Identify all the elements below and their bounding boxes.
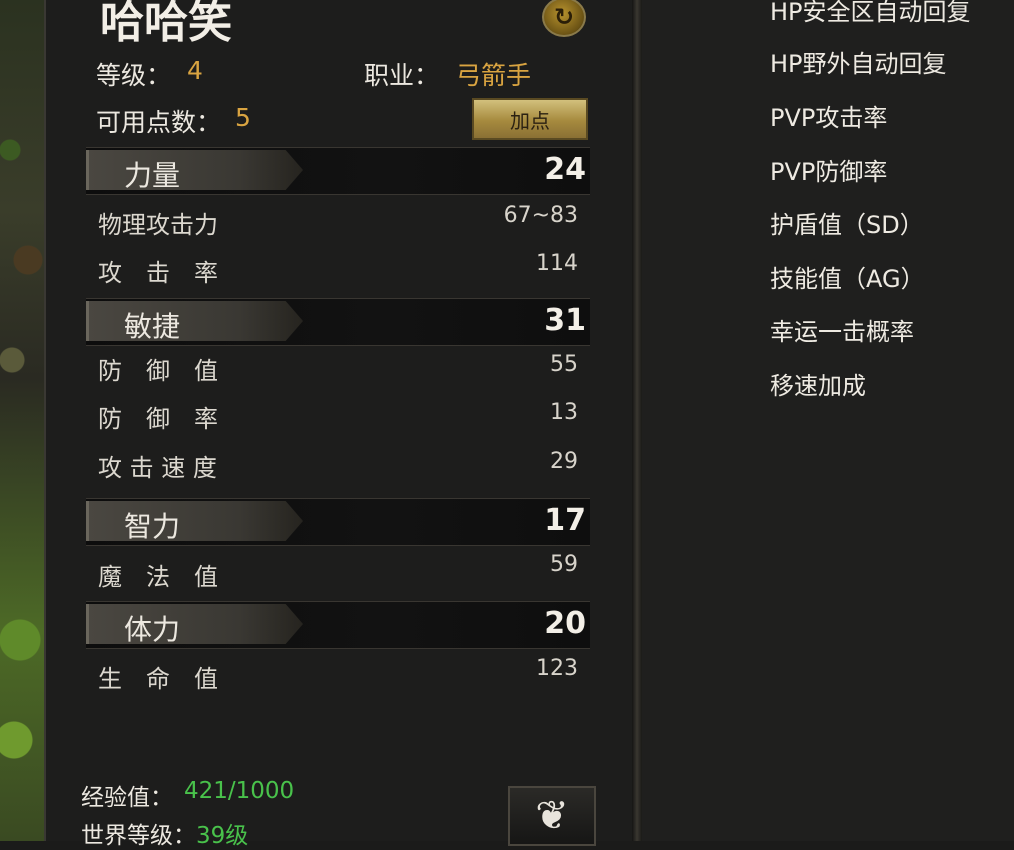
attribute-bar-vitality: 体力 20: [86, 601, 590, 649]
stat-label: 防 御 值: [98, 357, 218, 385]
gourd-icon[interactable]: ❦: [508, 786, 596, 846]
attribute-name: 力量: [124, 159, 181, 192]
detail-stat-label: PVP攻击率: [770, 104, 888, 132]
stat-value: 55: [550, 352, 578, 377]
detail-stat-label: 护盾值（SD）: [770, 211, 924, 239]
detail-stat-label: PVP防御率: [770, 158, 888, 186]
points-label: 可用点数：: [96, 108, 222, 137]
detail-stat-label: HP野外自动回复: [770, 50, 947, 78]
stat-label: 生 命 值: [98, 665, 218, 693]
stat-value: 29: [550, 449, 578, 474]
attribute-tab: [86, 301, 303, 341]
world-level-label: 世界等级：: [81, 823, 196, 849]
attribute-name: 智力: [124, 510, 181, 543]
attribute-tab: [86, 150, 303, 190]
character-name: 哈哈笑: [100, 0, 232, 48]
exp-value: 421/1000: [184, 778, 295, 804]
game-world-background: [0, 0, 44, 841]
attribute-tab: [86, 604, 303, 644]
stat-label: 攻 击 率: [98, 259, 218, 287]
add-points-button[interactable]: 加点: [472, 98, 588, 140]
stat-value: 13: [550, 400, 578, 425]
attribute-bar-strength: 力量 24: [86, 147, 590, 195]
world-level-value: 39级: [196, 823, 249, 849]
detail-stat-label: HP安全区自动回复: [770, 0, 971, 26]
attribute-value: 24: [544, 152, 586, 187]
level-value: 4: [187, 56, 203, 85]
stat-value: 114: [536, 251, 578, 276]
attribute-bar-intelligence: 智力 17: [86, 498, 590, 546]
attribute-name: 体力: [124, 613, 181, 646]
class-label: 职业：: [364, 61, 440, 90]
stat-value: 123: [536, 656, 578, 681]
attribute-value: 20: [544, 606, 586, 641]
stat-label: 攻 击 速 度: [98, 454, 217, 482]
stat-value: 59: [550, 552, 578, 577]
detail-stat-label: 幸运一击概率: [770, 318, 914, 346]
stat-value: 67~83: [503, 203, 578, 228]
attribute-value: 31: [544, 303, 586, 338]
level-label: 等级：: [96, 61, 172, 90]
attribute-bar-agility: 敏捷 31: [86, 298, 590, 346]
panel-divider: [632, 0, 642, 841]
exp-label: 经验值：: [81, 785, 173, 811]
class-value: 弓箭手: [456, 61, 532, 90]
detail-stat-label: 移速加成: [770, 372, 866, 400]
attribute-name: 敏捷: [124, 310, 181, 343]
attribute-tab: [86, 501, 303, 541]
stat-label: 物理攻击力: [98, 211, 218, 239]
attribute-value: 17: [544, 503, 586, 538]
stat-label: 防 御 率: [98, 405, 218, 433]
stat-label: 魔 法 值: [98, 563, 218, 591]
detail-stat-label: 技能值（AG）: [770, 265, 925, 293]
points-value: 5: [235, 103, 251, 132]
